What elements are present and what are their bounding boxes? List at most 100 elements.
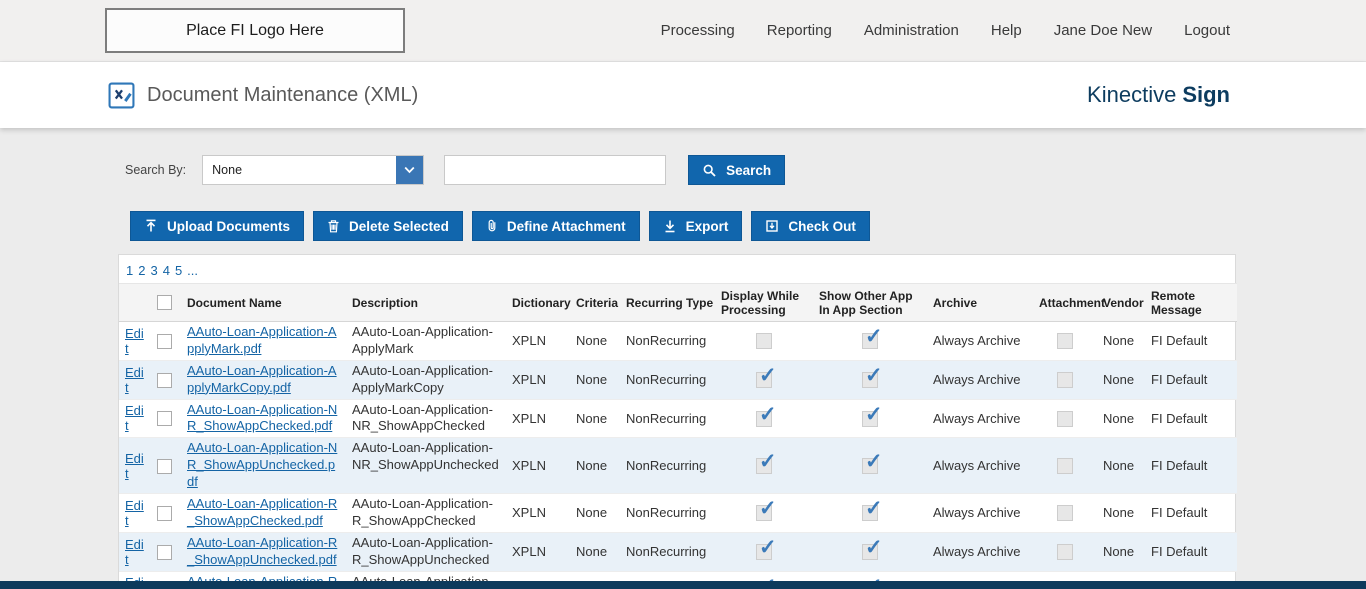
col-document-name: Document Name xyxy=(181,283,346,322)
show-other-app-cell xyxy=(813,494,927,533)
description-cell: AAuto-Loan-Application-NR_ShowAppUncheck… xyxy=(352,440,499,473)
page-link-2[interactable]: 2 xyxy=(138,263,145,278)
upload-documents-button[interactable]: Upload Documents xyxy=(130,211,305,241)
attachment-checkbox[interactable] xyxy=(1057,333,1073,350)
show-other-app-checkbox[interactable] xyxy=(862,496,883,522)
document-name-link[interactable]: AAuto-Loan-Application-ApplyMarkCopy.pdf xyxy=(187,363,340,397)
search-button[interactable]: Search xyxy=(688,155,786,185)
vendor-cell: None xyxy=(1103,410,1135,426)
edit-link[interactable]: Edit xyxy=(125,403,144,433)
delete-selected-button[interactable]: Delete Selected xyxy=(313,211,463,241)
button-label: Export xyxy=(685,218,729,234)
define-attachment-button[interactable]: Define Attachment xyxy=(471,211,640,241)
row-checkbox[interactable] xyxy=(157,544,172,560)
show-other-app-checkbox[interactable] xyxy=(862,535,883,560)
recurring-type-cell: NonRecurring xyxy=(626,372,707,388)
attachment-checkbox[interactable] xyxy=(1057,505,1073,522)
criteria-cell: None xyxy=(576,333,608,349)
description-cell: AAuto-Loan-Application-R_ShowAppChecked xyxy=(352,496,493,528)
archive-cell: Always Archive xyxy=(933,505,1021,521)
title-bar: Document Maintenance (XML) Kinective Sign xyxy=(0,62,1366,128)
search-input[interactable] xyxy=(444,155,667,185)
table-row: Edit AAuto-Loan-Application-ApplyMarkCopy… xyxy=(119,360,1237,400)
select-all-checkbox[interactable] xyxy=(157,295,172,311)
nav-item-logout[interactable]: Logout xyxy=(1184,22,1230,39)
nav-item-reporting[interactable]: Reporting xyxy=(767,22,832,39)
page-link-[interactable]: ... xyxy=(187,263,198,278)
vendor-cell: None xyxy=(1103,333,1135,349)
attachment-cell xyxy=(1033,399,1097,438)
attachment-checkbox[interactable] xyxy=(1057,371,1073,388)
row-checkbox[interactable] xyxy=(157,372,172,388)
vendor-cell: None xyxy=(1103,458,1135,474)
page-link-3[interactable]: 3 xyxy=(150,263,157,278)
table-row: Edit AAuto-Loan-Application-R_ShowAppChec… xyxy=(119,494,1237,533)
document-name-link[interactable]: AAuto-Loan-Application-R_ShowAppUnchecke… xyxy=(187,535,340,569)
row-checkbox[interactable] xyxy=(157,411,172,427)
dictionary-cell: XPLN xyxy=(512,410,546,426)
button-label: Check Out xyxy=(788,218,856,234)
check-out-button[interactable]: Check Out xyxy=(751,211,870,241)
remote-message-cell: FI Default xyxy=(1151,544,1208,560)
document-name-link[interactable]: AAuto-Loan-Application-R_ShowAppChecked.… xyxy=(187,496,340,530)
attachment-checkbox[interactable] xyxy=(1057,543,1073,560)
document-name-link[interactable]: AAuto-Loan-Application-ApplyMark.pdf xyxy=(187,324,340,358)
display-while-processing-checkbox[interactable] xyxy=(756,363,777,388)
page-link-1[interactable]: 1 xyxy=(126,263,133,278)
display-while-processing-checkbox[interactable] xyxy=(756,496,777,522)
checkout-icon xyxy=(765,219,779,233)
nav-item-help[interactable]: Help xyxy=(991,22,1022,39)
export-button[interactable]: Export xyxy=(648,211,743,241)
brand-logo: Kinective Sign xyxy=(1087,82,1230,108)
page-link-4[interactable]: 4 xyxy=(163,263,170,278)
dictionary-cell: XPLN xyxy=(512,372,546,388)
fi-logo-text: Place FI Logo Here xyxy=(186,21,324,39)
edit-link[interactable]: Edit xyxy=(125,498,144,528)
show-other-app-checkbox[interactable] xyxy=(862,449,883,474)
vendor-cell: None xyxy=(1103,544,1135,560)
show-other-app-checkbox[interactable] xyxy=(862,402,883,427)
show-other-app-checkbox[interactable] xyxy=(862,363,883,388)
attachment-cell xyxy=(1033,322,1097,361)
row-checkbox[interactable] xyxy=(157,505,172,521)
attachment-checkbox[interactable] xyxy=(1057,410,1073,427)
col-remote-message: Remote Message xyxy=(1145,283,1237,322)
row-checkbox[interactable] xyxy=(157,333,172,349)
display-while-processing-checkbox[interactable] xyxy=(756,333,772,350)
description-cell: AAuto-Loan-Application-ApplyMark xyxy=(352,324,493,356)
recurring-type-cell: NonRecurring xyxy=(626,333,707,349)
col-display-while-processing: Display While Processing xyxy=(715,283,813,322)
recurring-type-cell: NonRecurring xyxy=(626,544,707,560)
document-name-link[interactable]: AAuto-Loan-Application-NR_ShowAppUncheck… xyxy=(187,440,340,491)
edit-link[interactable]: Edit xyxy=(125,326,144,356)
top-nav: Processing Reporting Administration Help Jan… xyxy=(661,22,1230,39)
display-while-processing-checkbox[interactable] xyxy=(756,535,777,560)
table-row: Edit AAuto-Loan-Application-R_ShowAppUnch… xyxy=(119,532,1237,572)
documents-panel: 1 2 3 4 5... Document Name Description Dicti… xyxy=(118,254,1237,589)
search-by-label: Search By: xyxy=(125,163,187,177)
display-while-processing-cell xyxy=(715,322,813,361)
col-recurring-type: Recurring Type xyxy=(620,283,715,322)
recurring-type-cell: NonRecurring xyxy=(626,410,707,426)
document-name-link[interactable]: AAuto-Loan-Application-NR_ShowAppChecked… xyxy=(187,402,340,436)
edit-link[interactable]: Edit xyxy=(125,537,144,567)
dictionary-cell: XPLN xyxy=(512,505,546,521)
attachment-cell xyxy=(1033,438,1097,494)
edit-link[interactable]: Edit xyxy=(125,451,144,481)
attachment-checkbox[interactable] xyxy=(1057,457,1073,474)
display-while-processing-checkbox[interactable] xyxy=(756,449,777,474)
col-archive: Archive xyxy=(927,283,1033,322)
archive-cell: Always Archive xyxy=(933,544,1021,560)
archive-cell: Always Archive xyxy=(933,333,1021,349)
nav-item-administration[interactable]: Administration xyxy=(864,22,959,39)
search-by-dropdown[interactable]: None xyxy=(202,155,425,185)
nav-item-processing[interactable]: Processing xyxy=(661,22,735,39)
nav-item-jane-doe-new[interactable]: Jane Doe New xyxy=(1054,22,1152,39)
display-while-processing-checkbox[interactable] xyxy=(756,402,777,427)
edit-link[interactable]: Edit xyxy=(125,365,144,395)
display-while-processing-cell xyxy=(715,532,813,571)
fi-logo-placeholder: Place FI Logo Here xyxy=(105,8,405,53)
show-other-app-checkbox[interactable] xyxy=(862,324,883,350)
row-checkbox[interactable] xyxy=(157,458,172,474)
page-link-5[interactable]: 5 xyxy=(175,263,182,278)
